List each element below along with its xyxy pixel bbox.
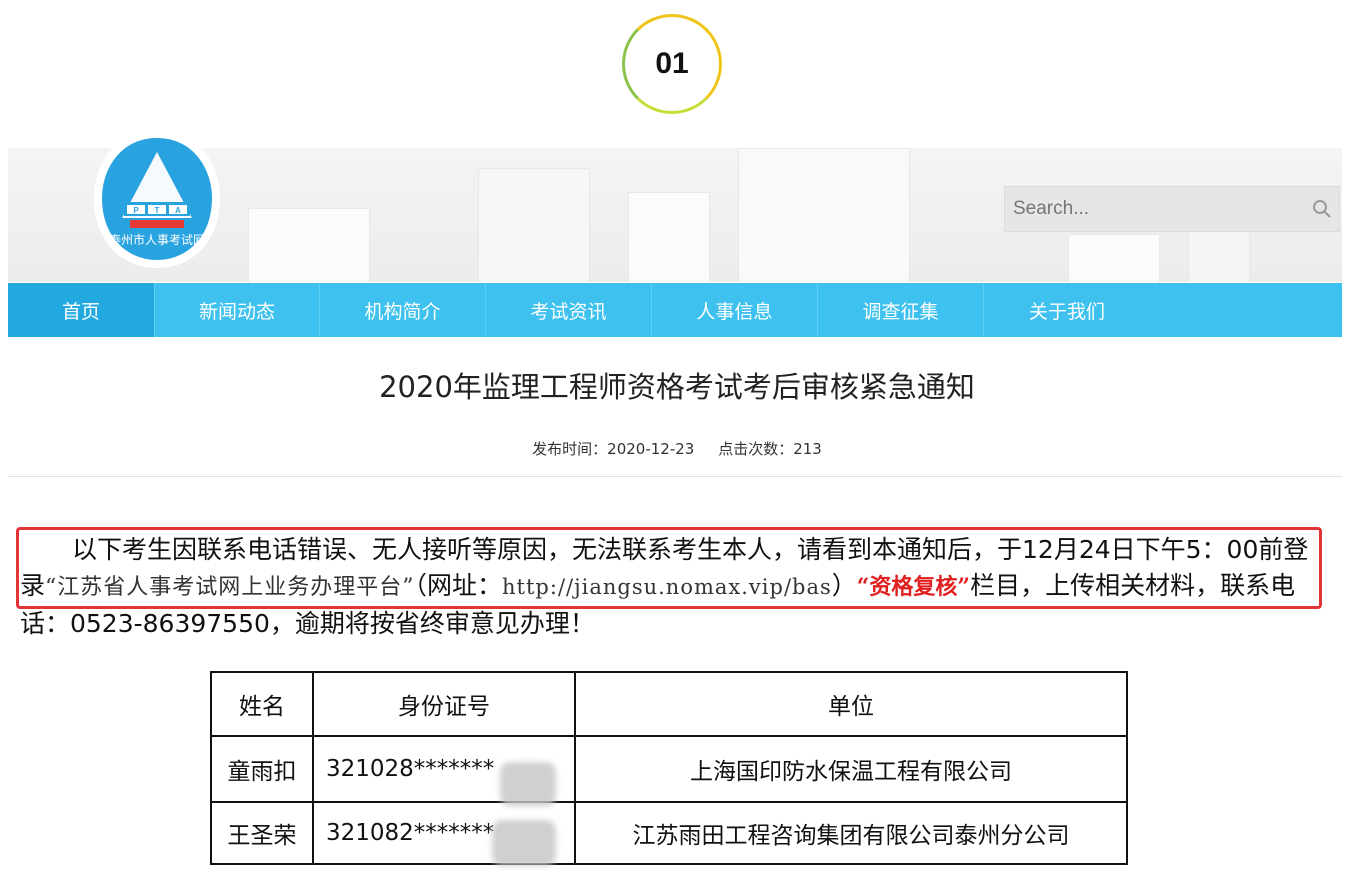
platform-name: “江苏省人事考试网上业务办理平台” xyxy=(45,575,415,600)
column-header: 身份证号 xyxy=(312,671,576,737)
platform-url[interactable]: http://jiangsu.nomax.vip/bas xyxy=(502,575,832,599)
section-number-badge: 01 xyxy=(622,14,722,114)
section-number: 01 xyxy=(655,47,689,80)
main-nav: 首页 新闻动态 机构简介 考试资讯 人事信息 调查征集 关于我们 xyxy=(8,283,1342,337)
column-header: 姓名 xyxy=(210,671,314,737)
column-header: 单位 xyxy=(574,671,1128,737)
publish-label: 发布时间： xyxy=(532,440,608,458)
nav-item-about-us[interactable]: 关于我们 xyxy=(984,283,1150,337)
svg-text:泰州市人事考试网: 泰州市人事考试网 xyxy=(109,232,205,247)
search-icon[interactable] xyxy=(1305,199,1339,219)
svg-text:A: A xyxy=(175,206,181,215)
nav-item-label: 机构简介 xyxy=(364,300,441,323)
svg-text:P: P xyxy=(133,206,139,215)
divider xyxy=(8,476,1342,477)
redaction-blur xyxy=(492,820,556,866)
nav-item-news[interactable]: 新闻动态 xyxy=(155,283,320,337)
nav-item-exam-info[interactable]: 考试资讯 xyxy=(486,283,652,337)
cell-unit: 上海国印防水保温工程有限公司 xyxy=(574,735,1128,803)
cell-unit: 江苏雨田工程咨询集团有限公司泰州分公司 xyxy=(574,801,1128,865)
search-input[interactable] xyxy=(1005,186,1305,232)
site-logo[interactable]: P T A 泰州市人事考试网 xyxy=(90,126,224,272)
nav-item-label: 关于我们 xyxy=(1028,300,1105,323)
nav-item-label: 新闻动态 xyxy=(198,300,275,323)
logo-shield-icon: P T A 泰州市人事考试网 xyxy=(94,130,220,268)
svg-text:T: T xyxy=(155,206,160,215)
url-prefix: （网址： xyxy=(414,571,503,600)
clicks-label: 点击次数： xyxy=(718,440,794,458)
nav-item-survey[interactable]: 调查征集 xyxy=(818,283,984,337)
nav-item-label: 首页 xyxy=(61,300,100,323)
table-row: 王圣荣 321082******* 江苏雨田工程咨询集团有限公司泰州分公司 xyxy=(210,801,1128,865)
candidate-table: 姓名 身份证号 单位 童雨扣 321028******* 上海国印防水保温工程有… xyxy=(210,671,1128,865)
nav-item-home[interactable]: 首页 xyxy=(8,283,155,337)
cell-name: 童雨扣 xyxy=(210,735,314,803)
search-box[interactable] xyxy=(1004,186,1340,232)
nav-item-about-org[interactable]: 机构简介 xyxy=(320,283,486,337)
url-suffix: ） xyxy=(831,571,857,600)
notice-paragraph: 以下考生因联系电话错误、无人接听等原因，无法联系考生本人，请看到本通知后，于12… xyxy=(20,532,1320,642)
section-name: “资格复核” xyxy=(856,574,971,600)
article-title: 2020年监理工程师资格考试考后审核紧急通知 xyxy=(379,370,975,404)
publish-date: 2020-12-23 xyxy=(607,440,695,458)
redaction-blur xyxy=(500,762,556,806)
nav-item-label: 调查征集 xyxy=(862,300,939,323)
article-meta: 发布时间：2020-12-23 点击次数：213 xyxy=(0,438,1354,459)
nav-item-label: 人事信息 xyxy=(696,300,773,323)
nav-item-label: 考试资讯 xyxy=(530,300,607,323)
table-header-row: 姓名 身份证号 单位 xyxy=(210,671,1128,737)
click-count: 213 xyxy=(793,440,822,458)
table-row: 童雨扣 321028******* 上海国印防水保温工程有限公司 xyxy=(210,735,1128,803)
nav-item-hr-info[interactable]: 人事信息 xyxy=(652,283,818,337)
cell-name: 王圣荣 xyxy=(210,801,314,865)
